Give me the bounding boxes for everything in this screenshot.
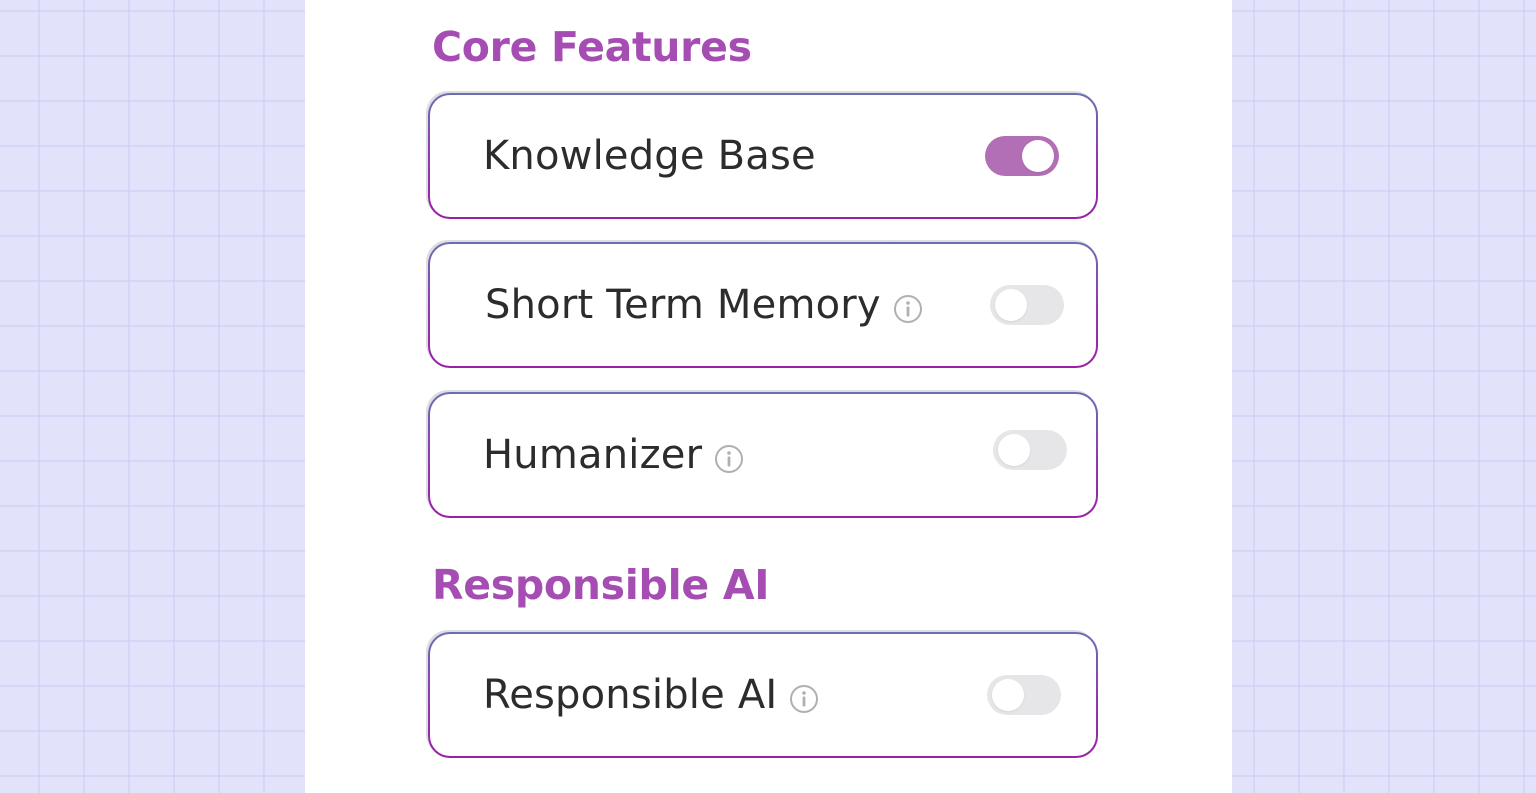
info-icon[interactable] (789, 684, 819, 714)
info-icon[interactable] (893, 294, 923, 324)
toggle-knob (1022, 140, 1054, 172)
feature-label: Responsible AI (483, 672, 819, 718)
feature-label-knowledge-base: Knowledge Base (483, 133, 816, 179)
responsible-ai-toggle[interactable] (987, 675, 1061, 715)
humanizer-toggle[interactable] (993, 430, 1067, 470)
feature-row-humanizer: Humanizer (428, 392, 1098, 518)
info-icon[interactable] (714, 444, 744, 474)
feature-label: Knowledge Base (483, 133, 816, 179)
feature-label-responsible-ai: Responsible AI (483, 672, 778, 718)
toggle-knob (998, 434, 1030, 466)
feature-label: Short Term Memory (485, 282, 923, 328)
feature-row-knowledge-base: Knowledge Base (428, 93, 1098, 219)
toggle-knob (992, 679, 1024, 711)
feature-label-humanizer: Humanizer (483, 432, 703, 478)
section-title-core-features: Core Features (432, 23, 752, 71)
short-term-memory-toggle[interactable] (990, 285, 1064, 325)
feature-row-short-term-memory: Short Term Memory (428, 242, 1098, 368)
feature-row-responsible-ai: Responsible AI (428, 632, 1098, 758)
section-title-responsible-ai: Responsible AI (432, 561, 770, 609)
feature-label-short-term-memory: Short Term Memory (485, 282, 881, 328)
knowledge-base-toggle[interactable] (985, 136, 1059, 176)
feature-label: Humanizer (483, 432, 744, 478)
toggle-knob (995, 289, 1027, 321)
